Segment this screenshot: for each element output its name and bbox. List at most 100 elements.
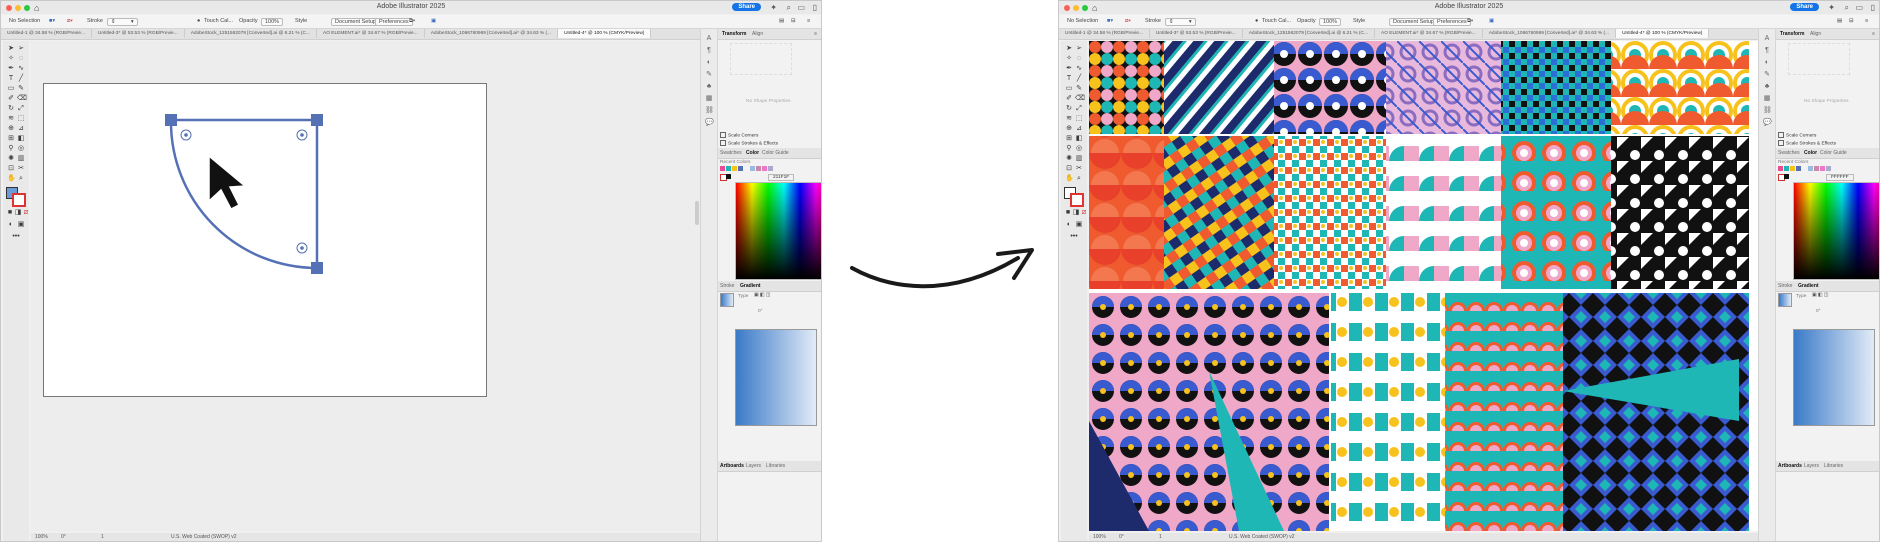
gradient-mode-icon[interactable]: ◨ <box>14 209 22 217</box>
warp-icon[interactable]: ≋ <box>7 115 15 123</box>
doc-tab[interactable]: AdobeStock_1251562079 [Converted].ai @ 6… <box>1243 29 1375 38</box>
curvature-icon[interactable]: ∿ <box>17 65 25 73</box>
rotate-icon[interactable]: ↻ <box>7 105 15 113</box>
vertical-scrollbar[interactable] <box>695 201 699 225</box>
artboard-number[interactable]: 1 <box>1159 534 1162 540</box>
recent-swatch[interactable] <box>756 166 761 171</box>
comments-icon[interactable]: 💬 <box>705 119 714 127</box>
eraser-icon[interactable]: ⌫ <box>1075 95 1085 103</box>
shaper-icon[interactable]: ✐ <box>7 95 15 103</box>
hex-input[interactable]: FFFFFF <box>1826 174 1854 181</box>
tab-color-guide[interactable]: Color Guide <box>762 150 789 156</box>
pen-tool-icon[interactable]: ✒ <box>1065 65 1073 73</box>
color-mode-icon[interactable]: ■ <box>6 209 14 217</box>
arrange-icon[interactable]: ⧉▾ <box>409 18 415 25</box>
more-tools-icon[interactable]: ••• <box>12 233 20 241</box>
doc-tab[interactable]: Untitled-1 @ 34.58 % (RGB/Previe... <box>1 29 92 38</box>
rotate-icon[interactable]: ↻ <box>1065 105 1073 113</box>
scale-strokes-checkbox[interactable]: Scale Strokes & Effects <box>720 140 778 146</box>
tab-layers[interactable]: Layers <box>1804 463 1819 469</box>
recent-swatch[interactable] <box>1808 166 1813 171</box>
properties-icon[interactable]: A <box>1763 35 1771 43</box>
doc-tab[interactable]: Untitled-1 @ 34.58 % (RGB/Previe... <box>1059 29 1150 38</box>
recent-swatch[interactable] <box>726 166 731 171</box>
artboard-tool-icon[interactable]: ⊡ <box>1065 165 1073 173</box>
stroke-weight-input[interactable]: ⇕ ▾ <box>1165 18 1196 26</box>
screen-mode-icon[interactable]: ▣ <box>1075 221 1083 229</box>
comments-icon[interactable]: 💬 <box>1763 119 1772 127</box>
zoom-level[interactable]: 100% <box>1093 534 1106 540</box>
recent-swatch[interactable] <box>720 166 725 171</box>
recent-swatch[interactable] <box>732 166 737 171</box>
symbols-icon[interactable]: ♣ <box>1763 83 1771 91</box>
pattern-artwork-grid[interactable] <box>1089 41 1759 531</box>
gradient-type-buttons[interactable]: ▣ ◧ ◫ <box>754 293 770 298</box>
graph-tool-icon[interactable]: ▥ <box>17 155 25 163</box>
stroke-swatch-icon[interactable]: ⧄▾ <box>1125 18 1131 25</box>
quarter-circle-artwork[interactable] <box>31 41 701 531</box>
symbol-sprayer-icon[interactable]: ✺ <box>1065 155 1073 163</box>
share-button[interactable]: Share <box>1790 3 1819 11</box>
doc-tab[interactable]: Untitled-3* @ 53.53 % (RGB/Previe... <box>92 29 185 38</box>
recent-swatch[interactable] <box>1796 166 1801 171</box>
blend-icon[interactable]: ◎ <box>17 145 25 153</box>
hand-tool-icon[interactable]: ✋ <box>7 175 16 183</box>
recent-swatch[interactable] <box>750 166 755 171</box>
preferences-button[interactable]: Preferences <box>375 18 413 26</box>
tab-transform[interactable]: Transform <box>1780 31 1804 37</box>
shape-builder-icon[interactable]: ⊕ <box>1065 125 1073 133</box>
tab-libraries[interactable]: Libraries <box>1824 463 1843 469</box>
type-tool-icon[interactable]: T <box>7 75 15 83</box>
draw-mode-icon[interactable]: ◐ <box>1065 221 1073 229</box>
rectangle-tool-icon[interactable]: ▭ <box>1065 85 1073 93</box>
tab-gradient[interactable]: Gradient <box>740 283 761 289</box>
graphic-styles-icon[interactable]: ▦ <box>705 95 713 103</box>
tab-transform[interactable]: Transform <box>722 31 746 37</box>
gradient-swatch-icon[interactable] <box>1778 293 1792 307</box>
quick-actions-icon[interactable]: ▣ <box>1489 18 1494 24</box>
opacity-input[interactable]: 100% <box>261 18 284 26</box>
recent-swatch[interactable] <box>1826 166 1831 171</box>
panel-menu-icon[interactable]: ≡ <box>1872 31 1875 37</box>
gradient-tool-icon[interactable]: ◧ <box>17 135 25 143</box>
doc-tab[interactable]: AO ELEMENT.ai* @ 34.67 % (RGB/Previe... <box>1375 29 1483 38</box>
brush-select[interactable]: Touch Cal... <box>204 18 233 24</box>
slice-icon[interactable]: ✂ <box>1075 165 1083 173</box>
lasso-icon[interactable]: ◌ <box>17 55 25 63</box>
perspective-icon[interactable]: ⊿ <box>17 125 25 133</box>
gradient-swatch-icon[interactable] <box>720 293 734 307</box>
align-icon[interactable]: ⊟ <box>1849 18 1854 24</box>
none-mode-icon[interactable]: ⧄ <box>22 209 30 217</box>
scale-corners-checkbox[interactable]: Scale Corners <box>720 132 758 138</box>
line-tool-icon[interactable]: ╱ <box>1075 75 1083 83</box>
line-tool-icon[interactable]: ╱ <box>17 75 25 83</box>
scale-corners-checkbox[interactable]: Scale Corners <box>1778 132 1816 138</box>
symbol-sprayer-icon[interactable]: ✺ <box>7 155 15 163</box>
doc-tab[interactable]: AO ELEMENT.ai* @ 34.67 % (RGB/Previe... <box>317 29 425 38</box>
graphic-styles-icon[interactable]: ▦ <box>1763 95 1771 103</box>
recent-swatch[interactable] <box>768 166 773 171</box>
gradient-angle-input[interactable]: 0° <box>1816 309 1821 314</box>
document-setup-button[interactable]: Document Setup <box>331 18 380 26</box>
zoom-tool-icon[interactable]: ⌕ <box>1075 175 1083 183</box>
tab-stroke[interactable]: Stroke <box>1778 283 1792 289</box>
magic-wand-icon[interactable]: ✧ <box>7 55 15 63</box>
discover-icon[interactable]: ✦ <box>1828 3 1835 12</box>
selection-tool-icon[interactable]: ➤ <box>1065 45 1073 53</box>
share-button[interactable]: Share <box>732 3 761 11</box>
opacity-input[interactable]: 100% <box>1319 18 1342 26</box>
free-transform-icon[interactable]: ⬚ <box>1075 115 1083 123</box>
search-icon[interactable]: ⌕ <box>1845 3 1849 13</box>
tab-color[interactable]: Color <box>746 150 759 156</box>
eyedropper-icon[interactable]: ⚲ <box>7 145 15 153</box>
glyphs-icon[interactable]: ◐ <box>705 59 713 67</box>
mesh-icon[interactable]: ⊞ <box>1065 135 1073 143</box>
hex-input[interactable]: 211F1F <box>768 174 795 181</box>
scale-strokes-checkbox[interactable]: Scale Strokes & Effects <box>1778 140 1836 146</box>
more-tools-icon[interactable]: ••• <box>1070 233 1078 241</box>
menu-icon[interactable]: ≡ <box>1865 18 1868 24</box>
gradient-angle-input[interactable]: 0° <box>758 309 763 314</box>
direct-selection-tool-icon[interactable]: ➢ <box>17 45 25 53</box>
recent-swatch[interactable] <box>762 166 767 171</box>
magic-wand-icon[interactable]: ✧ <box>1065 55 1073 63</box>
